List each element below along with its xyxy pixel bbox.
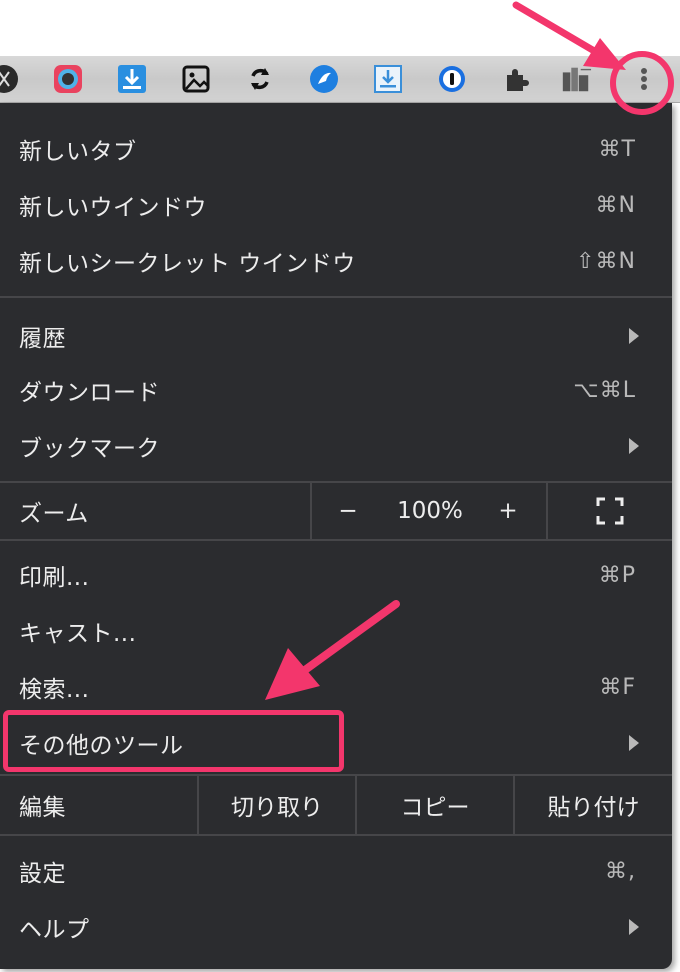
annotation-arrows: [265, 1, 626, 700]
arrow-to-more-tools-icon: [265, 600, 400, 700]
arrow-to-menu-button-icon: [512, 1, 626, 70]
